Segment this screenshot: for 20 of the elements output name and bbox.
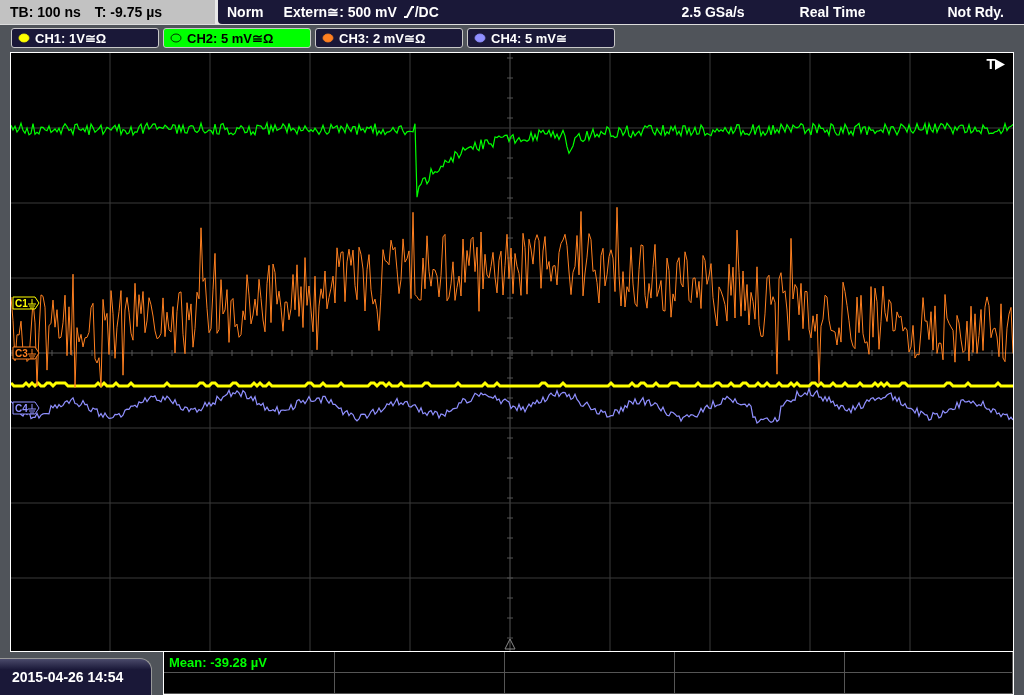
channel-tab[interactable]: CH4: 5 mV≅ bbox=[467, 28, 615, 48]
trigger-label: T bbox=[986, 56, 995, 72]
status-text: Not Rdy. bbox=[947, 4, 1004, 20]
channel-marker[interactable]: C4 bbox=[12, 401, 40, 415]
trigger-time-text: T: -9.75 µs bbox=[94, 4, 163, 20]
trigger-coupling-text: /DC bbox=[414, 4, 439, 20]
trigger-position-icon bbox=[504, 638, 516, 650]
acquisition-mode-text: Real Time bbox=[799, 4, 866, 20]
channel-marker[interactable]: C1 bbox=[12, 296, 40, 310]
channel-tab[interactable]: CH1: 1V≅Ω bbox=[11, 28, 159, 48]
timebase-text: TB: 100 ns bbox=[10, 4, 81, 20]
trigger-source-text: Extern≅: 500 mV bbox=[283, 4, 397, 20]
rising-edge-icon bbox=[402, 5, 415, 19]
channel-marker[interactable]: C3 bbox=[12, 346, 40, 360]
channel-tab[interactable]: CH2: 5 mV≅Ω bbox=[163, 28, 311, 48]
channel-tab[interactable]: CH3: 2 mV≅Ω bbox=[315, 28, 463, 48]
trigger-mode-text: Norm bbox=[227, 4, 264, 20]
measurement-text: Mean: -39.28 µV bbox=[169, 654, 267, 670]
sample-rate-text: 2.5 GSa/s bbox=[681, 4, 745, 20]
play-triangle-icon bbox=[995, 58, 1005, 70]
